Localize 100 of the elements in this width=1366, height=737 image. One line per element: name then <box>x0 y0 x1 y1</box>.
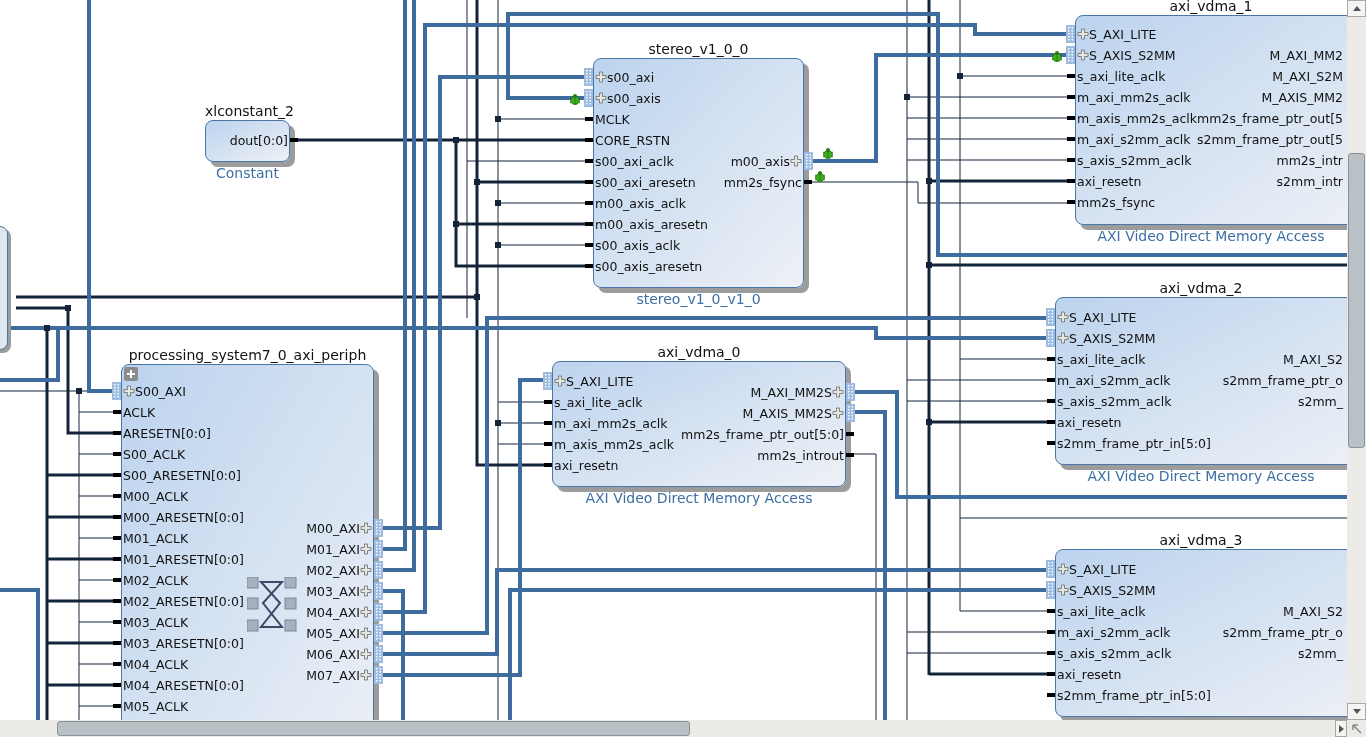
port-stub-icon[interactable] <box>585 242 593 247</box>
port-stub-icon[interactable] <box>113 682 121 687</box>
port-stub-icon[interactable] <box>1047 356 1055 361</box>
port-stub-icon[interactable] <box>113 514 121 519</box>
port-stub-icon[interactable] <box>1047 377 1055 382</box>
port-stub-icon[interactable] <box>1047 608 1055 613</box>
bus-port-icon[interactable] <box>374 581 383 600</box>
port-label: M01_AXI <box>306 540 360 559</box>
port-stub-icon[interactable] <box>585 116 593 121</box>
port-stub-icon[interactable] <box>1067 115 1075 120</box>
port-stub-icon[interactable] <box>1067 157 1075 162</box>
port-stub-icon[interactable] <box>290 137 298 142</box>
plus-icon[interactable] <box>595 71 607 83</box>
port-label: axi_resetn <box>1057 665 1122 684</box>
port-stub-icon[interactable] <box>113 619 121 624</box>
port-stub-icon[interactable] <box>1047 671 1055 676</box>
port-stub-icon[interactable] <box>846 452 854 457</box>
port-stub-icon[interactable] <box>1047 629 1055 634</box>
port-stub-icon[interactable] <box>585 179 593 184</box>
port-stub-icon[interactable] <box>113 640 121 645</box>
port-label: S_AXIS_S2MM <box>1069 581 1156 600</box>
scroll-up-button[interactable] <box>1347 0 1366 17</box>
plus-icon[interactable] <box>1057 584 1069 596</box>
port-stub-icon[interactable] <box>113 577 121 582</box>
scroll-right-button[interactable] <box>1335 720 1347 737</box>
plus-icon[interactable] <box>1057 563 1069 575</box>
port-stub-icon[interactable] <box>585 137 593 142</box>
plus-icon[interactable] <box>360 627 372 639</box>
port-stub-icon[interactable] <box>113 598 121 603</box>
bus-port-icon[interactable] <box>374 644 383 663</box>
port-stub-icon[interactable] <box>585 158 593 163</box>
caret-right-icon <box>1338 724 1344 733</box>
bus-port-icon[interactable] <box>374 539 383 558</box>
port-stub-icon[interactable] <box>113 703 121 708</box>
resize-icon[interactable] <box>1350 722 1363 735</box>
port-stub-icon[interactable] <box>804 179 812 184</box>
plus-icon[interactable] <box>360 522 372 534</box>
bus-port-icon[interactable] <box>374 665 383 684</box>
port-stub-icon[interactable] <box>1067 178 1075 183</box>
port-label: S_AXI_LITE <box>1069 560 1137 579</box>
port-stub-icon[interactable] <box>113 430 121 435</box>
scroll-down-button[interactable] <box>1347 703 1366 720</box>
port-stub-icon[interactable] <box>585 200 593 205</box>
port-label: M_AXI_MM2S <box>750 383 832 402</box>
plus-icon[interactable] <box>595 92 607 104</box>
block-title: axi_vdma_3 <box>1158 532 1244 549</box>
port-stub-icon[interactable] <box>113 451 121 456</box>
port-label: m00_axis_aresetn <box>595 215 708 234</box>
plus-icon[interactable] <box>1057 311 1069 323</box>
port-stub-icon[interactable] <box>1047 692 1055 697</box>
port-stub-icon[interactable] <box>1067 73 1075 78</box>
plus-icon[interactable] <box>1077 28 1089 40</box>
port-stub-icon[interactable] <box>113 472 121 477</box>
port-stub-icon[interactable] <box>846 431 854 436</box>
plus-icon[interactable] <box>360 606 372 618</box>
plus-icon[interactable] <box>1077 49 1089 61</box>
plus-icon[interactable] <box>360 669 372 681</box>
port-stub-icon[interactable] <box>113 493 121 498</box>
bus-port-icon[interactable] <box>846 382 855 401</box>
bus-port-icon[interactable] <box>374 623 383 642</box>
port-stub-icon[interactable] <box>544 420 552 425</box>
port-stub-icon[interactable] <box>1047 398 1055 403</box>
port-stub-icon[interactable] <box>1067 94 1075 99</box>
port-stub-icon[interactable] <box>1067 136 1075 141</box>
port-stub-icon[interactable] <box>1047 419 1055 424</box>
port-stub-icon[interactable] <box>113 556 121 561</box>
port-stub-icon[interactable] <box>585 221 593 226</box>
bus-port-icon[interactable] <box>374 560 383 579</box>
port-stub-icon[interactable] <box>1047 650 1055 655</box>
bus-port-icon[interactable] <box>374 602 383 621</box>
scrollbar-thumb[interactable] <box>57 721 690 736</box>
port-stub-icon[interactable] <box>544 441 552 446</box>
port-stub-icon[interactable] <box>113 535 121 540</box>
bug-icon <box>814 169 826 182</box>
plus-icon[interactable] <box>1057 332 1069 344</box>
bus-port-icon[interactable] <box>846 403 855 422</box>
port-stub-icon[interactable] <box>585 263 593 268</box>
vertical-scrollbar[interactable] <box>1347 0 1366 720</box>
bus-port-icon[interactable] <box>374 518 383 537</box>
port-stub-icon[interactable] <box>1047 440 1055 445</box>
port-stub-icon[interactable] <box>1067 199 1075 204</box>
plus-icon[interactable] <box>360 564 372 576</box>
port-label: M02_ARESETN[0:0] <box>123 592 244 611</box>
port-stub-icon[interactable] <box>544 462 552 467</box>
port-stub-icon[interactable] <box>113 409 121 414</box>
plus-icon[interactable] <box>360 648 372 660</box>
plus-icon[interactable] <box>832 407 844 419</box>
plus-icon[interactable] <box>832 386 844 398</box>
plus-icon[interactable] <box>360 585 372 597</box>
plus-icon[interactable] <box>123 385 135 397</box>
block-subtitle: stereo_v1_0_v1_0 <box>635 291 762 308</box>
port-label: mm2s_intr <box>1276 151 1343 170</box>
port-stub-icon[interactable] <box>113 661 121 666</box>
port-stub-icon[interactable] <box>544 399 552 404</box>
bus-port-icon[interactable] <box>804 151 813 170</box>
scrollbar-thumb[interactable] <box>1348 153 1365 448</box>
plus-icon[interactable] <box>360 543 372 555</box>
plus-icon[interactable] <box>790 155 802 167</box>
plus-icon[interactable] <box>554 375 566 387</box>
ip-block[interactable] <box>1055 549 1347 717</box>
